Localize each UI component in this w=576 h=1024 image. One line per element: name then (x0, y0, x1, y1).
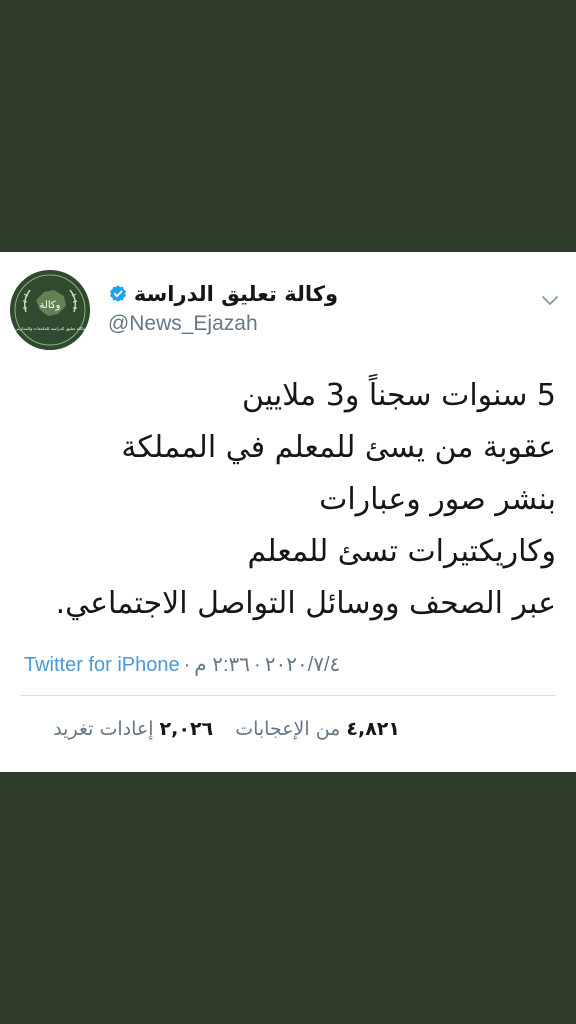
retweets-count: ٢,٠٢٦ (159, 718, 214, 740)
retweets-label: إعادات تغريد (53, 718, 154, 740)
avatar-logo-word: وكالة (39, 300, 60, 311)
likes-count: ٤,٨٢١ (346, 718, 400, 740)
tweet-stats: ٤,٨٢١ من الإعجابات ٢,٠٢٦ إعادات تغريد (37, 718, 400, 740)
tweet-header: وكالة تعليق الدراسة @News_Ejazah (108, 280, 338, 336)
avatar-logo-caption: وكالة تعليق الدراسة للجامعات والمدارس (15, 326, 86, 331)
tweet-line: 5 سنوات سجناً و3 ملايين (242, 378, 556, 413)
likes-label: من الإعجابات (235, 718, 341, 740)
divider (20, 695, 556, 696)
avatar[interactable]: وكالة وكالة تعليق الدراسة للجامعات والمد… (10, 270, 90, 350)
meta-separator: · (254, 654, 261, 676)
tweet-line: بنشر صور وعبارات (319, 482, 556, 517)
tweet-time[interactable]: ٢:٣٦ م (194, 654, 250, 676)
tweet-source-link[interactable]: Twitter for iPhone (24, 654, 180, 676)
tweet-line: عبر الصحف ووسائل التواصل الاجتماعي. (55, 586, 556, 621)
author-handle[interactable]: @News_Ejazah (108, 312, 338, 336)
tweet-line: وكاريكتيرات تسئ للمعلم (247, 534, 556, 569)
retweets-stat[interactable]: ٢,٠٢٦ إعادات تغريد (53, 718, 213, 740)
tweet-metadata: Twitter for iPhone · ٢٠٢٠/٧/٤·٢:٣٦ م (24, 652, 554, 677)
chevron-down-icon[interactable] (540, 290, 560, 310)
tweet-card: وكالة وكالة تعليق الدراسة للجامعات والمد… (0, 252, 576, 772)
author-name[interactable]: وكالة تعليق الدراسة (134, 280, 338, 308)
meta-separator: · (183, 654, 191, 676)
agency-logo-icon: وكالة وكالة تعليق الدراسة للجامعات والمد… (10, 270, 90, 350)
verified-badge-icon (109, 285, 126, 302)
tweet-date[interactable]: ٢٠٢٠/٧/٤ (265, 654, 341, 676)
likes-stat[interactable]: ٤,٨٢١ من الإعجابات (235, 718, 400, 740)
tweet-body: 5 سنوات سجناً و3 ملايين عقوبة من يسئ للم… (16, 370, 556, 630)
tweet-line: عقوبة من يسئ للمعلم في المملكة (121, 430, 556, 465)
